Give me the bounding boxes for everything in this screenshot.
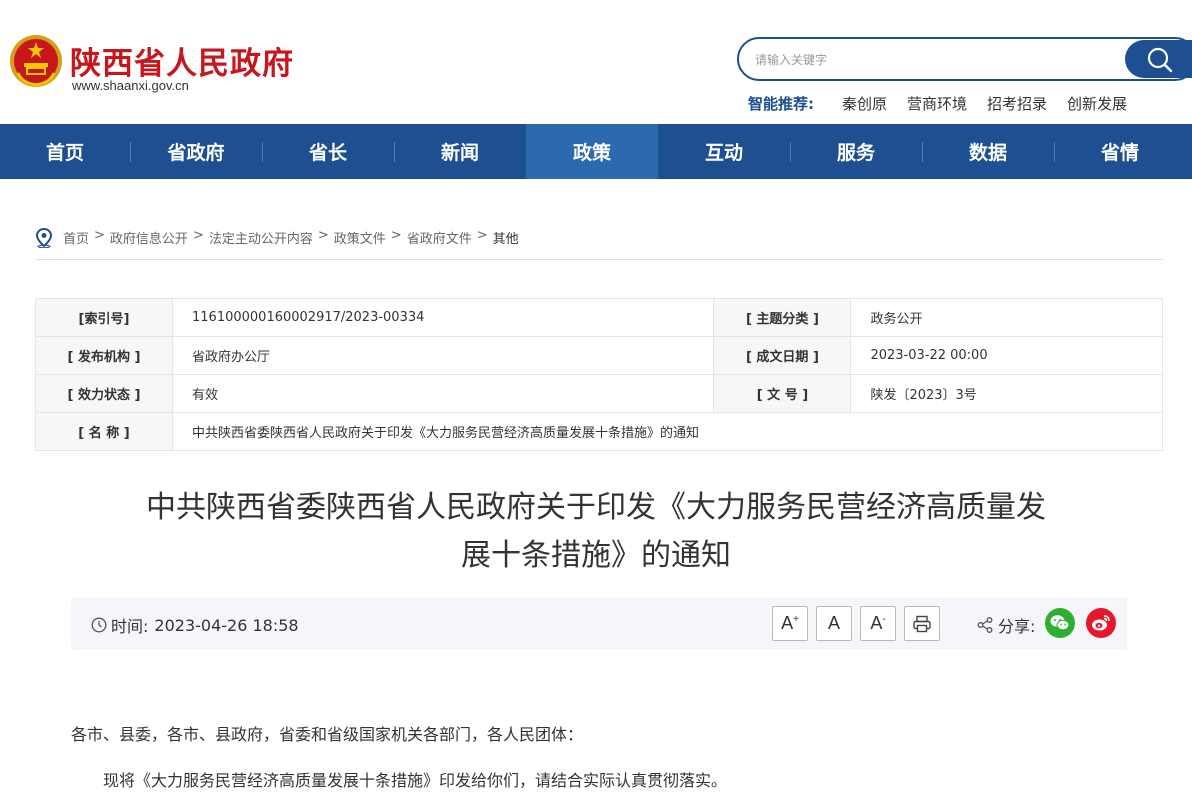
breadcrumb-separator: > <box>192 228 204 243</box>
index-label: [索引号] <box>35 298 173 337</box>
topic-value: 政务公开 <box>850 298 1163 337</box>
share-label: 分享: <box>998 617 1036 636</box>
time-label: 时间: <box>111 617 149 636</box>
breadcrumb-separator: > <box>476 228 488 243</box>
search-input[interactable] <box>755 50 1115 70</box>
printer-icon <box>913 615 931 632</box>
topic-label: [ 主题分类 ] <box>713 298 852 337</box>
time-value: 2023-04-26 18:58 <box>154 615 299 635</box>
weibo-icon <box>1092 615 1110 631</box>
article-paragraph: 现将《大力服务民营经济高质量发展十条措施》印发给你们，请结合实际认真贯彻落实。 <box>103 771 728 790</box>
site-header: 陕西省人民政府 www.shaanxi.gov.cn 智能推荐: 秦创原 营商环… <box>0 0 1192 124</box>
share-wechat-button[interactable] <box>1045 608 1075 638</box>
status-label: [ 效力状态 ] <box>35 374 173 413</box>
location-pin-icon <box>35 228 53 248</box>
breadcrumb-current[interactable]: 其他 <box>493 228 519 247</box>
share-section: 分享: <box>976 613 1035 637</box>
article-title-line: 展十条措施》的通知 <box>461 538 731 573</box>
recommend-label: 智能推荐: <box>748 95 814 113</box>
national-emblem-icon[interactable] <box>8 33 64 89</box>
search-button[interactable] <box>1125 40 1192 78</box>
nav-item-news[interactable]: 新闻 <box>394 124 526 179</box>
table-row: [索引号] 116100000160002917/2023-00334 [ 主题… <box>35 298 1163 337</box>
org-value: 省政府办公厅 <box>171 336 715 375</box>
table-row: [ 发布机构 ] 省政府办公厅 [ 成文日期 ] 2023-03-22 00:0… <box>35 336 1163 375</box>
article-title: 中共陕西省委陕西省人民政府关于印发《大力服务民营经济高质量发 展十条措施》的通知 <box>100 484 1092 580</box>
print-button[interactable] <box>904 606 940 641</box>
breadcrumb: 首页 > 政府信息公开 > 法定主动公开内容 > 政策文件 > 省政府文件 > … <box>35 228 1163 260</box>
wechat-icon <box>1050 615 1070 631</box>
recommend-link[interactable]: 秦创原 <box>842 93 887 114</box>
article-toolbar: 时间: 2023-04-26 18:58 A + A A- 分享: <box>71 597 1127 650</box>
nav-item-governor[interactable]: 省长 <box>262 124 394 179</box>
index-value: 116100000160002917/2023-00334 <box>171 298 715 337</box>
name-value: 中共陕西省委陕西省人民政府关于印发《大力服务民营经济高质量发展十条措施》的通知 <box>172 412 1163 451</box>
nav-item-interaction[interactable]: 互动 <box>658 124 790 179</box>
recommend-link[interactable]: 创新发展 <box>1067 93 1127 114</box>
clock-icon <box>91 617 107 633</box>
date-value: 2023-03-22 00:00 <box>850 336 1163 375</box>
recommend-link[interactable]: 营商环境 <box>907 93 967 114</box>
nav-item-province-info[interactable]: 省情 <box>1054 124 1186 179</box>
breadcrumb-link[interactable]: 法定主动公开内容 <box>209 228 313 247</box>
font-normal-label: A <box>827 613 840 633</box>
font-smaller-button[interactable]: A- <box>860 606 896 641</box>
nav-item-home[interactable]: 首页 <box>0 124 130 179</box>
table-row: [ 效力状态 ] 有效 [ 文 号 ] 陕发〔2023〕3号 <box>35 374 1163 413</box>
font-smaller-label: A <box>870 613 883 633</box>
search-box <box>737 37 1192 81</box>
font-larger-sign: + <box>793 614 799 625</box>
article-title-line: 中共陕西省委陕西省人民政府关于印发《大力服务民营经济高质量发 <box>146 490 1046 525</box>
share-icon <box>977 617 993 633</box>
font-smaller-sign: - <box>882 614 886 625</box>
recommend-link[interactable]: 招考招录 <box>987 93 1047 114</box>
breadcrumb-separator: > <box>317 228 329 243</box>
main-nav: 首页 省政府 省长 新闻 政策 互动 服务 数据 省情 <box>0 124 1192 179</box>
nav-item-service[interactable]: 服务 <box>790 124 922 179</box>
date-label: [ 成文日期 ] <box>713 336 852 375</box>
breadcrumb-link[interactable]: 首页 <box>63 228 89 247</box>
docno-label: [ 文 号 ] <box>713 374 852 413</box>
breadcrumb-separator: > <box>94 228 105 243</box>
publish-time: 时间: 2023-04-26 18:58 <box>91 613 299 637</box>
document-info-table: [索引号] 116100000160002917/2023-00334 [ 主题… <box>35 298 1163 451</box>
site-title[interactable]: 陕西省人民政府 <box>70 38 294 83</box>
table-row: [ 名 称 ] 中共陕西省委陕西省人民政府关于印发《大力服务民营经济高质量发展十… <box>35 412 1163 451</box>
breadcrumb-separator: > <box>390 228 402 243</box>
font-normal-button[interactable]: A <box>816 606 852 641</box>
site-url: www.shaanxi.gov.cn <box>72 78 189 93</box>
docno-value: 陕发〔2023〕3号 <box>850 374 1163 413</box>
breadcrumb-link[interactable]: 省政府文件 <box>407 228 472 247</box>
article-paragraph: 各市、县委，各市、县政府，省委和省级国家机关各部门，各人民团体： <box>71 725 584 744</box>
font-larger-button[interactable]: A + <box>772 606 808 641</box>
nav-item-government[interactable]: 省政府 <box>130 124 262 179</box>
status-value: 有效 <box>171 374 715 413</box>
breadcrumb-link[interactable]: 政府信息公开 <box>110 228 188 247</box>
nav-item-data[interactable]: 数据 <box>922 124 1054 179</box>
search-icon <box>1147 47 1173 73</box>
breadcrumb-link[interactable]: 政策文件 <box>334 228 386 247</box>
name-label: [ 名 称 ] <box>35 412 173 451</box>
share-weibo-button[interactable] <box>1086 608 1116 638</box>
font-larger-label: A <box>781 613 794 633</box>
nav-item-policy[interactable]: 政策 <box>526 124 658 179</box>
smart-recommend: 智能推荐: 秦创原 营商环境 招考招录 创新发展 <box>748 93 1147 114</box>
org-label: [ 发布机构 ] <box>35 336 173 375</box>
